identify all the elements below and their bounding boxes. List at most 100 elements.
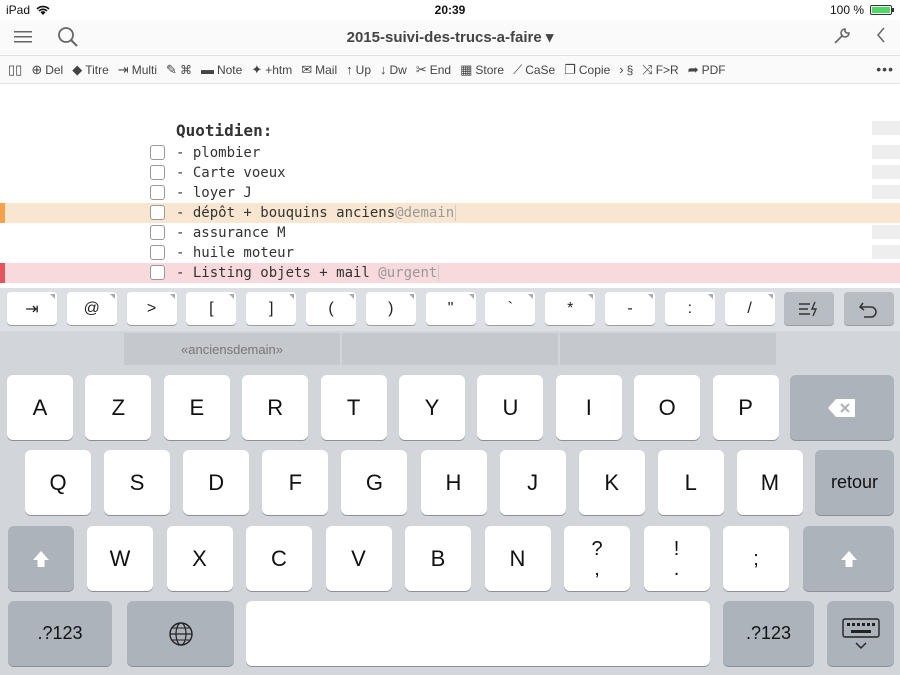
- letter-key[interactable]: K: [578, 450, 645, 515]
- letter-key[interactable]: N: [484, 526, 551, 591]
- space-key[interactable]: [246, 601, 710, 666]
- task-row[interactable]: - assurance M: [0, 223, 900, 243]
- task-text[interactable]: - Listing objets + mail @urgent: [176, 265, 440, 281]
- letter-key[interactable]: Y: [399, 375, 465, 440]
- more-icon[interactable]: •••: [876, 61, 894, 77]
- task-checkbox[interactable]: [150, 165, 165, 180]
- letter-key[interactable]: Q: [25, 450, 91, 515]
- shift-key-right[interactable]: [803, 526, 894, 591]
- suggestion-3[interactable]: [560, 333, 776, 365]
- accessory-key[interactable]: >: [126, 292, 177, 325]
- numbers-key-right[interactable]: .?123: [723, 601, 814, 666]
- toolbar-item-note[interactable]: ▬ Note: [201, 62, 242, 77]
- letter-key[interactable]: J: [499, 450, 566, 515]
- toolbar-item-end[interactable]: ✂ End: [416, 62, 451, 78]
- accessory-key[interactable]: :: [664, 292, 715, 325]
- letter-key[interactable]: H: [420, 450, 487, 515]
- letter-key[interactable]: V: [325, 526, 392, 591]
- letter-key[interactable]: Z: [85, 375, 152, 440]
- task-row[interactable]: - plombier: [0, 143, 900, 163]
- accessory-key[interactable]: *: [545, 292, 596, 325]
- toolbar-item-copie[interactable]: ❐ Copie: [564, 62, 610, 78]
- shift-key-left[interactable]: [8, 526, 74, 591]
- letter-key[interactable]: B: [405, 526, 471, 591]
- accessory-key[interactable]: (: [306, 292, 356, 325]
- letter-key[interactable]: D: [183, 450, 250, 515]
- task-checkbox[interactable]: [150, 185, 165, 200]
- wrench-icon[interactable]: [832, 26, 852, 52]
- toolbar-item-del[interactable]: ⊕ Del: [31, 62, 63, 78]
- letter-key[interactable]: A: [7, 375, 73, 440]
- letter-key[interactable]: W: [87, 526, 153, 591]
- task-row[interactable]: - dépôt + bouquins anciens@demain: [0, 203, 900, 223]
- backspace-key[interactable]: [790, 375, 894, 440]
- toolbar-item-mail[interactable]: ✉ Mail: [301, 62, 337, 78]
- accessory-key[interactable]: /: [724, 292, 775, 325]
- accessory-key[interactable]: ]: [246, 292, 297, 325]
- undo-key[interactable]: [844, 292, 894, 325]
- task-checkbox[interactable]: [150, 265, 165, 280]
- letter-key[interactable]: S: [104, 450, 171, 515]
- editor[interactable]: Quotidien: - plombier - Carte voeux - loye…: [0, 85, 900, 288]
- task-text[interactable]: - loyer J: [176, 185, 252, 201]
- letter-key[interactable]: C: [246, 526, 312, 591]
- suggestion-1[interactable]: «anciensdemain»: [124, 333, 340, 365]
- toolbar-item-pdf[interactable]: ➦ PDF: [688, 62, 726, 78]
- task-checkbox[interactable]: [150, 145, 165, 160]
- task-text[interactable]: - dépôt + bouquins anciens@demain: [176, 205, 457, 221]
- punctuation-key[interactable]: !.: [643, 526, 710, 591]
- letter-key[interactable]: L: [657, 450, 724, 515]
- task-checkbox[interactable]: [150, 225, 165, 240]
- backspace-icon: [828, 398, 855, 417]
- letter-key[interactable]: E: [163, 375, 230, 440]
- letter-key[interactable]: X: [166, 526, 233, 591]
- letter-key[interactable]: P: [712, 375, 779, 440]
- toolbar-item-multi[interactable]: ⇥ Multi: [118, 62, 157, 78]
- accessory-key[interactable]: ⇥: [7, 292, 57, 325]
- punctuation-key[interactable]: ;: [723, 526, 789, 591]
- accessory-key[interactable]: -: [605, 292, 655, 325]
- accessory-key[interactable]: ": [425, 292, 476, 325]
- toolbar-item-titre[interactable]: ◆ Titre: [72, 62, 109, 78]
- toolbar-item-book[interactable]: ▯▯: [8, 62, 22, 78]
- task-row[interactable]: - Listing objets + mail @urgent: [0, 263, 900, 283]
- task-checkbox[interactable]: [150, 205, 165, 220]
- letter-key[interactable]: I: [555, 375, 622, 440]
- toolbar-item-store[interactable]: ▦ Store: [460, 62, 504, 78]
- letter-key[interactable]: R: [242, 375, 309, 440]
- letter-key[interactable]: G: [341, 450, 408, 515]
- letter-key[interactable]: U: [477, 375, 544, 440]
- toolbar-item-fr[interactable]: ⤨ F>R: [642, 62, 678, 78]
- toolbar-item-up[interactable]: ↑ Up: [346, 62, 371, 77]
- task-text[interactable]: - plombier: [176, 145, 260, 161]
- accessory-key[interactable]: `: [485, 292, 536, 325]
- accessory-key[interactable]: ): [365, 292, 416, 325]
- letter-key[interactable]: M: [736, 450, 803, 515]
- toolbar-item-case[interactable]: ⟋ CaSe: [513, 62, 555, 78]
- hide-keyboard-key[interactable]: [827, 601, 894, 666]
- letter-key[interactable]: T: [320, 375, 387, 440]
- task-row[interactable]: - huile moteur: [0, 243, 900, 263]
- toolbar-item-htm[interactable]: ✦ +htm: [251, 62, 292, 78]
- document-title[interactable]: 2015-suivi-des-trucs-a-faire ▾: [0, 28, 900, 46]
- accessory-key[interactable]: [: [186, 292, 237, 325]
- task-row[interactable]: - loyer J: [0, 183, 900, 203]
- punctuation-key[interactable]: ?,: [564, 526, 630, 591]
- back-chevron-icon[interactable]: [876, 26, 886, 50]
- toolbar-item-item4[interactable]: ✎ ⌘: [166, 62, 192, 78]
- task-text[interactable]: - assurance M: [176, 225, 286, 241]
- task-text[interactable]: - huile moteur: [176, 245, 294, 261]
- toolbar-item-dw[interactable]: ↓ Dw: [380, 62, 407, 77]
- letter-key[interactable]: F: [262, 450, 329, 515]
- task-text[interactable]: - Carte voeux: [176, 165, 286, 181]
- toolbar-item-item14[interactable]: › §: [619, 62, 633, 77]
- numbers-key-left[interactable]: .?123: [8, 601, 112, 666]
- suggestion-2[interactable]: [342, 333, 558, 365]
- task-checkbox[interactable]: [150, 245, 165, 260]
- task-row[interactable]: - Carte voeux: [0, 163, 900, 183]
- globe-key[interactable]: [127, 601, 234, 666]
- letter-key[interactable]: O: [634, 375, 701, 440]
- return-key[interactable]: retour: [815, 450, 894, 515]
- format-key[interactable]: [784, 292, 834, 325]
- accessory-key[interactable]: @: [66, 292, 117, 325]
